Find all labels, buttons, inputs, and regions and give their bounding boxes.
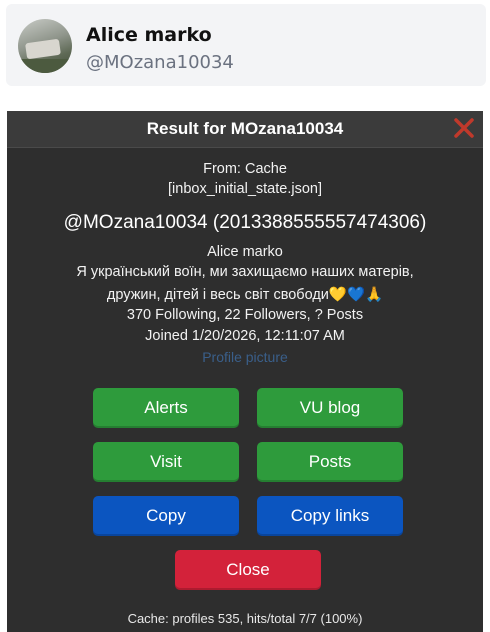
user-id-line: @MOzana10034 (2013388555557474306) <box>63 212 427 233</box>
profile-display-name: Alice marko <box>86 24 212 46</box>
user-name: Alice marko <box>207 244 283 260</box>
close-icon[interactable] <box>451 115 477 141</box>
source-file: [inbox_initial_state.json] <box>168 181 322 197</box>
user-stats: 370 Following, 22 Followers, ? Posts <box>126 307 364 323</box>
cache-footer: Cache: profiles 535, hits/total 7/7 (100… <box>127 611 363 626</box>
alerts-button[interactable]: Alerts <box>93 388 239 428</box>
copy-button[interactable]: Copy <box>93 496 239 536</box>
visit-button[interactable]: Visit <box>93 442 239 482</box>
source-label: From: Cache <box>203 161 287 177</box>
bio-line-1: Я український воїн, ми захищаємо наших м… <box>76 264 414 280</box>
bio-line-2: дружин, дітей і весь світ свободи💛💙🙏 <box>106 287 384 303</box>
result-dialog: Result for MOzana10034 From: Cache [inbo… <box>7 111 483 632</box>
profile-handle: @MOzana10034 <box>86 52 234 73</box>
posts-button[interactable]: Posts <box>257 442 403 482</box>
joined-date: Joined 1/20/2026, 12:11:07 AM <box>145 328 345 344</box>
vu-blog-button[interactable]: VU blog <box>257 388 403 428</box>
close-button[interactable]: Close <box>175 550 321 590</box>
copy-links-button[interactable]: Copy links <box>257 496 403 536</box>
dialog-title: Result for MOzana10034 <box>146 119 344 138</box>
avatar[interactable] <box>18 19 72 73</box>
profile-picture-link[interactable]: Profile picture <box>7 349 483 365</box>
profile-card[interactable]: Alice marko @MOzana10034 <box>6 4 486 86</box>
dialog-titlebar: Result for MOzana10034 <box>7 111 483 148</box>
